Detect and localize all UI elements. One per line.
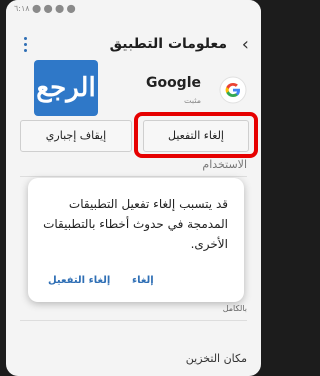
section-usage-header: الاستخدام xyxy=(202,158,247,171)
fully-label: بالكامل xyxy=(222,304,247,313)
site-logo-watermark: الرجع xyxy=(34,60,98,116)
force-stop-button[interactable]: إيقاف إجباري xyxy=(20,120,132,152)
divider xyxy=(20,176,247,177)
chevron-left-icon[interactable]: ‹ xyxy=(242,36,249,54)
page-title: معلومات التطبيق xyxy=(109,36,227,52)
app-name: Google xyxy=(145,75,201,91)
dialog-disable-button[interactable]: إلغاء التفعيل xyxy=(48,275,110,286)
more-vertical-icon[interactable] xyxy=(24,37,28,53)
highlight-box xyxy=(134,112,258,158)
status-bar: ٦:١٨ ⬤ ⬤ ⬤ ⬤ xyxy=(6,0,261,22)
dialog-cancel-button[interactable]: إلغاء xyxy=(132,275,154,286)
dialog-message: قد يتسبب إلغاء تفعيل التطبيقات المدمجة ف… xyxy=(43,197,228,251)
storage-section-header[interactable]: مكان التخزين xyxy=(186,352,247,365)
google-icon xyxy=(219,76,247,104)
app-install-status: مثبت xyxy=(184,96,201,105)
divider xyxy=(20,320,247,321)
app-info-screen: ٦:١٨ ⬤ ⬤ ⬤ ⬤ معلومات التطبيق ‹ الرجع Goo… xyxy=(6,0,261,376)
disable-confirm-dialog: قد يتسبب إلغاء تفعيل التطبيقات المدمجة ف… xyxy=(28,178,244,302)
watermark-text: الرجع xyxy=(36,73,96,103)
status-bar-indicators: ٦:١٨ ⬤ ⬤ ⬤ ⬤ xyxy=(14,4,76,13)
